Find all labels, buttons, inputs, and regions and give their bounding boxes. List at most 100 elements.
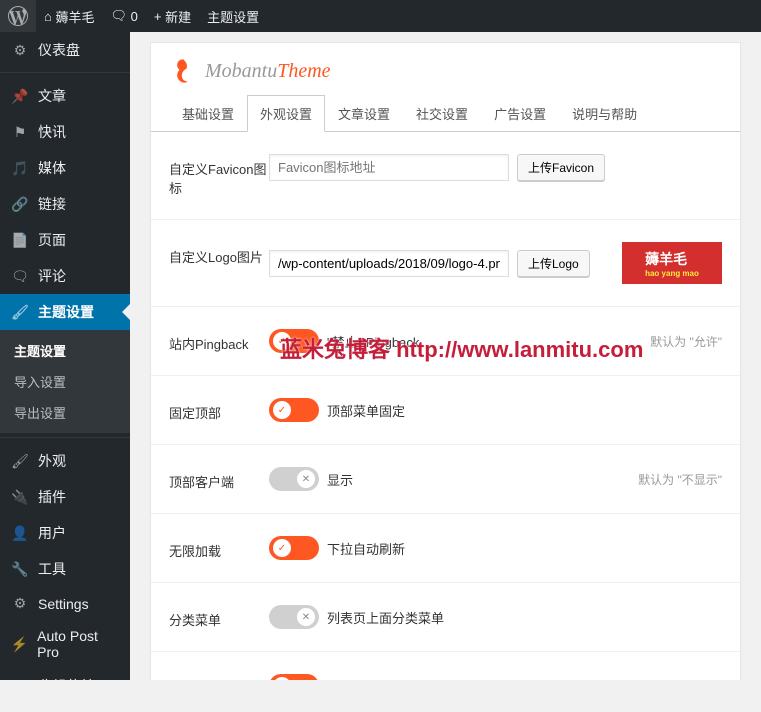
submenu-item[interactable]: 主题设置 [0,335,130,366]
tab-article[interactable]: 文章设置 [325,95,403,132]
infinite-label: 无限加载 [169,536,269,560]
flag-icon: ⚑ [10,124,30,141]
sidebar-submenu: 主题设置导入设置导出设置 [0,330,130,433]
x-icon: ✕ [297,470,315,488]
sidebar-item-label: 仪表盘 [38,40,80,60]
logo-label: 自定义Logo图片 [169,242,269,266]
tab-appearance[interactable]: 外观设置 [247,95,325,132]
sidebar-item-dashboard[interactable]: ⚙ 仪表盘 [0,32,130,68]
favicon-label: 自定义Favicon图标 [169,154,269,197]
brand-text: MobantuTheme [205,60,331,83]
infinite-toggle[interactable]: ✓ [269,536,319,560]
upload-logo-button[interactable]: 上传Logo [517,250,590,277]
user-icon: 👤 [10,525,30,542]
comment-icon: 🗨 [111,8,128,24]
check-icon: ✓ [273,332,291,350]
sidebar-item-users[interactable]: 👤 用户 [0,515,130,551]
sidebar-item-posts[interactable]: 📌文章 [0,78,130,114]
comments-count: 0 [131,9,138,24]
site-name: 薅羊毛 [55,7,94,26]
sidebar-item-collapse[interactable]: ◀收起菜单 [0,668,130,680]
wp-logo-menu[interactable] [0,0,36,32]
settings-panel: MobantuTheme 基础设置外观设置文章设置社交设置广告设置说明与帮助 自… [150,42,741,680]
sidebar-item-label: 插件 [38,487,66,507]
sidebar-item-label: 工具 [38,559,66,579]
comments-menu[interactable]: 🗨 0 [103,0,146,32]
pingback-toggle[interactable]: ✓ [269,329,319,353]
infinite-row: 无限加载 ✓ 下拉自动刷新 [151,514,740,583]
sidebar-item-label: 收起菜单 [38,676,94,680]
top_client-hint: 默认为 "不显示" [638,471,722,488]
sidebar-item-label: 快讯 [38,122,66,142]
check-icon: ✓ [273,401,291,419]
admin-toolbar: ⌂ 薅羊毛 🗨 0 + 新建 主题设置 [0,0,761,32]
category_focus-label: 分类页焦点图 [169,674,269,680]
sidebar-item-appearance[interactable]: 🖌 外观 [0,443,130,479]
brush-icon: 🖌 [10,453,30,470]
fixed_top-row: 固定顶部 ✓ 顶部菜单固定 [151,376,740,445]
tab-ad[interactable]: 广告设置 [481,95,559,132]
site-menu[interactable]: ⌂ 薅羊毛 [36,0,103,32]
tab-help[interactable]: 说明与帮助 [559,95,650,132]
wordpress-icon [8,6,28,26]
sidebar-item-settings[interactable]: ⚙Settings [0,587,130,620]
top_client-toggle[interactable]: ✕ [269,467,319,491]
pingback-label: 站内Pingback [169,329,269,353]
logo-row: 自定义Logo图片 上传Logo 薅羊毛 hao yang mao [151,220,740,307]
sidebar-item-label: 评论 [38,266,66,286]
top_client-text: 显示 [327,470,353,489]
upload-favicon-button[interactable]: 上传Favicon [517,154,605,181]
sidebar-item-theme-settings[interactable]: 🖌主题设置 [0,294,130,330]
sidebar-item-label: Auto Post Pro [37,628,120,660]
submenu-item[interactable]: 导出设置 [0,397,130,428]
theme-settings-link[interactable]: 主题设置 [199,0,267,32]
category_menu-text: 列表页上面分类菜单 [327,608,444,627]
logo-input[interactable] [269,250,509,277]
dashboard-icon: ⚙ [10,42,30,59]
sidebar-item-pages[interactable]: 📄页面 [0,222,130,258]
brand-logo-icon [169,57,197,85]
infinite-text: 下拉自动刷新 [327,539,405,558]
tab-social[interactable]: 社交设置 [403,95,481,132]
check-icon: ✓ [273,539,291,557]
sidebar-item-comments[interactable]: 🗨 评论 [0,258,130,294]
sidebar-item-tools[interactable]: 🔧 工具 [0,551,130,587]
toolbar-theme-settings: 主题设置 [207,7,259,26]
new-menu[interactable]: + 新建 [146,0,199,32]
pin-icon: 📌 [10,88,30,105]
theme-brand: MobantuTheme [151,43,740,95]
sidebar-item-label: 用户 [38,523,66,543]
pingback-text: "禁止" Pingback [327,332,419,351]
sidebar-item-media[interactable]: 🎵媒体 [0,150,130,186]
page-icon: 📄 [10,232,30,249]
submenu-item[interactable]: 导入设置 [0,366,130,397]
category_focus-row: 分类页焦点图 ✓ 不显示 默认显示 [151,652,740,680]
fixed_top-toggle[interactable]: ✓ [269,398,319,422]
sidebar-item-kuaixun[interactable]: ⚑ 快讯 [0,114,130,150]
sidebar-item-label: 链接 [38,194,66,214]
sidebar-item-label: 主题设置 [38,302,94,322]
category_menu-row: 分类菜单 ✕ 列表页上面分类菜单 [151,583,740,652]
tab-basic[interactable]: 基础设置 [169,95,247,132]
sidebar-item-plugins[interactable]: 🔌 插件 [0,479,130,515]
settings-tabs: 基础设置外观设置文章设置社交设置广告设置说明与帮助 [151,95,740,132]
sidebar-item-label: 外观 [38,451,66,471]
category_focus-toggle[interactable]: ✓ [269,674,319,680]
pingback-row: 站内Pingback ✓ "禁止" Pingback 默认为 "允许" [151,307,740,376]
sidebar-item-auto-post-pro[interactable]: ⚡ Auto Post Pro [0,620,130,668]
favicon-input[interactable] [269,154,509,181]
sidebar-item-links[interactable]: 🔗链接 [0,186,130,222]
category_focus-text: 不显示 [327,677,366,681]
category_menu-toggle[interactable]: ✕ [269,605,319,629]
favicon-row: 自定义Favicon图标 上传Favicon [151,132,740,220]
main-content: MobantuTheme 基础设置外观设置文章设置社交设置广告设置说明与帮助 自… [130,32,761,680]
plugin-icon: 🔌 [10,489,30,506]
bolt-icon: ⚡ [10,636,29,653]
x-icon: ✕ [297,608,315,626]
sidebar-item-label: 媒体 [38,158,66,178]
pingback-hint: 默认为 "允许" [650,333,722,350]
comment-icon: 🗨 [10,268,30,285]
category_menu-label: 分类菜单 [169,605,269,629]
tools-icon: 🔧 [10,561,30,578]
top_client-row: 顶部客户端 ✕ 显示 默认为 "不显示" [151,445,740,514]
